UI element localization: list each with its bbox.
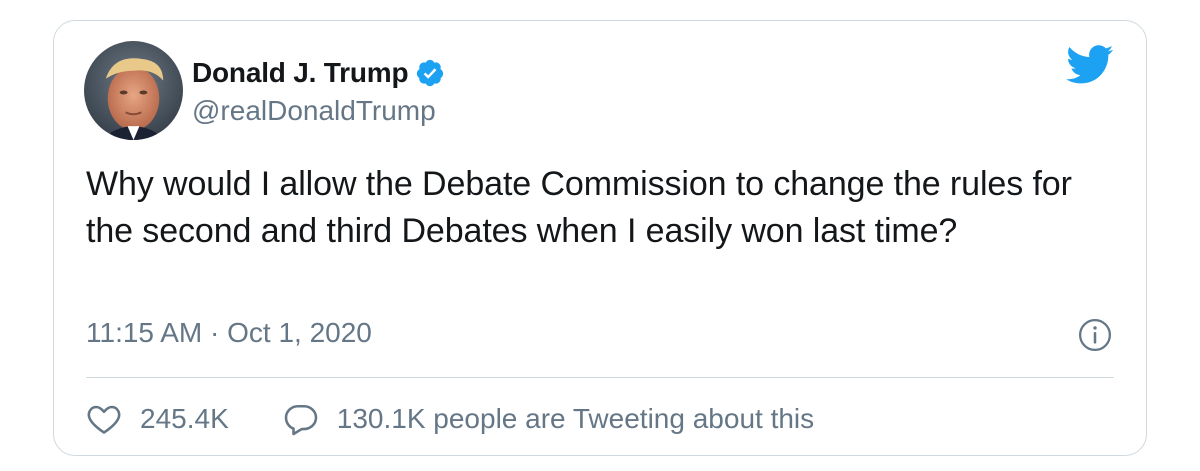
divider bbox=[86, 377, 1114, 378]
like-count: 245.4K bbox=[140, 403, 229, 434]
reply-button[interactable]: 130.1K people are Tweeting about this bbox=[283, 401, 814, 437]
like-button[interactable]: 245.4K bbox=[86, 401, 229, 437]
tweet-actions: 245.4K 130.1K people are Tweeting about … bbox=[86, 393, 814, 445]
heart-icon bbox=[87, 405, 121, 434]
author-name-row[interactable]: Donald J. Trump bbox=[192, 55, 445, 91]
tweet-timestamp[interactable]: 11:15 AM · Oct 1, 2020 bbox=[86, 317, 372, 349]
reply-icon bbox=[284, 404, 318, 436]
avatar[interactable] bbox=[84, 41, 183, 140]
tweet-text: Why would I allow the Debate Commission … bbox=[86, 165, 1072, 250]
twitter-bird-icon[interactable] bbox=[1066, 45, 1114, 85]
tweet-card[interactable]: Donald J. Trump @realDonaldTrump Why wou… bbox=[53, 20, 1147, 456]
verified-badge-icon bbox=[415, 58, 445, 88]
author-handle[interactable]: @realDonaldTrump bbox=[192, 95, 436, 127]
author-display-name[interactable]: Donald J. Trump bbox=[192, 57, 409, 89]
reply-count-label: 130.1K people are Tweeting about this bbox=[336, 403, 815, 434]
info-icon[interactable] bbox=[1078, 318, 1112, 352]
